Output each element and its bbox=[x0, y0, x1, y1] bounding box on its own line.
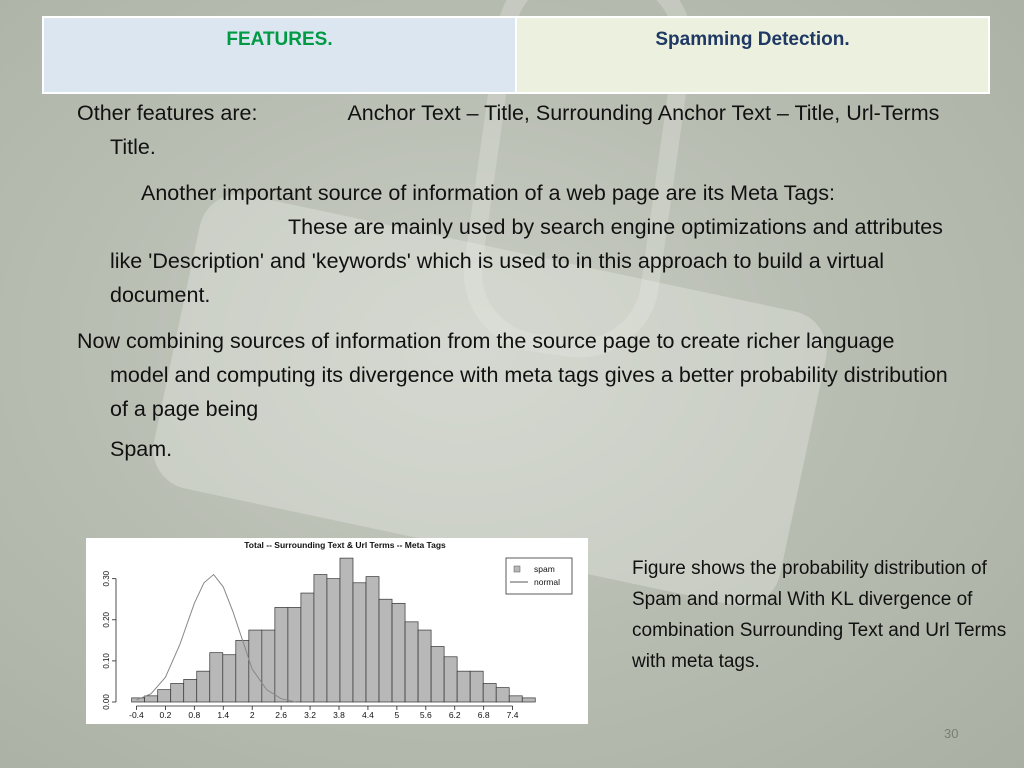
y-tick-label: 0.10 bbox=[102, 653, 111, 669]
header-table: FEATURES. Spamming Detection. bbox=[42, 16, 990, 94]
combining-text: Now combining sources of information fro… bbox=[77, 329, 948, 421]
spam-bar bbox=[521, 697, 536, 703]
meta-tags-intro: Another important source of information … bbox=[141, 181, 835, 205]
slide-body: Other features are: Anchor Text – Title, … bbox=[77, 96, 957, 466]
spam-bar bbox=[417, 629, 432, 703]
chart-title: Total -- Surrounding Text & Url Terms --… bbox=[244, 540, 446, 550]
x-tick-label: 7.4 bbox=[507, 710, 519, 720]
x-tick-label: 5.6 bbox=[420, 710, 432, 720]
y-tick-label: 0.20 bbox=[102, 611, 111, 627]
spam-bar bbox=[365, 576, 380, 703]
x-tick-label: 2 bbox=[250, 710, 255, 720]
histogram-chart: Total -- Surrounding Text & Url Terms --… bbox=[102, 540, 573, 720]
x-tick-label: 4.4 bbox=[362, 710, 374, 720]
spam-bar bbox=[469, 670, 484, 703]
spam-bar bbox=[300, 592, 315, 703]
spam-bar bbox=[508, 695, 523, 703]
x-tick-label: 1.4 bbox=[217, 710, 229, 720]
spam-bar bbox=[235, 639, 250, 703]
spam-bar bbox=[443, 656, 458, 703]
spam-bar bbox=[144, 695, 159, 703]
x-tick-label: -0.4 bbox=[129, 710, 144, 720]
meta-tags-detail: These are mainly used by search engine o… bbox=[110, 215, 943, 307]
page-number: 30 bbox=[944, 726, 959, 741]
spam-bar bbox=[482, 683, 497, 703]
spam-bar bbox=[495, 687, 510, 703]
spam-bar bbox=[378, 598, 393, 703]
paragraph-combining: Now combining sources of information fro… bbox=[77, 324, 957, 426]
spam-bar bbox=[391, 602, 406, 703]
spam-bar bbox=[157, 689, 172, 703]
spam-word: Spam. bbox=[110, 437, 173, 461]
topic-header: Spamming Detection. bbox=[517, 18, 988, 92]
y-tick-label: 0.30 bbox=[102, 570, 111, 586]
spam-bar bbox=[209, 652, 224, 703]
legend-spam-swatch bbox=[513, 565, 521, 573]
spam-bar bbox=[326, 578, 341, 703]
x-tick-label: 0.2 bbox=[159, 710, 171, 720]
spam-bar bbox=[222, 654, 237, 703]
spam-bar bbox=[131, 697, 146, 703]
features-header: FEATURES. bbox=[44, 18, 517, 92]
paragraph-spam: Spam. bbox=[77, 432, 957, 466]
spam-bar bbox=[287, 607, 302, 703]
spam-bar bbox=[404, 621, 419, 703]
x-tick-label: 5 bbox=[394, 710, 399, 720]
x-tick-label: 6.2 bbox=[449, 710, 461, 720]
legend-spam-label: spam bbox=[534, 564, 555, 574]
y-tick-label: 0.00 bbox=[102, 694, 111, 710]
spam-bar bbox=[430, 646, 445, 703]
spam-bar bbox=[339, 557, 354, 703]
x-tick-label: 6.8 bbox=[478, 710, 490, 720]
spam-bar bbox=[170, 683, 185, 703]
paragraph-other-features: Other features are: Anchor Text – Title, … bbox=[77, 96, 957, 164]
spam-bar bbox=[313, 574, 328, 703]
other-features-lead: Other features are: bbox=[77, 101, 258, 125]
spam-bar bbox=[274, 607, 289, 703]
spam-bar bbox=[352, 582, 367, 703]
figure-caption: Figure shows the probability distributio… bbox=[632, 558, 1007, 672]
spam-bar bbox=[456, 670, 471, 703]
spam-bar bbox=[196, 670, 211, 703]
x-tick-label: 2.6 bbox=[275, 710, 287, 720]
x-tick-label: 3.8 bbox=[333, 710, 345, 720]
paragraph-meta-tags: Another important source of information … bbox=[77, 176, 957, 312]
x-tick-label: 0.8 bbox=[188, 710, 200, 720]
histogram-figure: Total -- Surrounding Text & Url Terms --… bbox=[86, 538, 588, 724]
legend-normal-label: normal bbox=[534, 577, 560, 587]
x-tick-label: 3.2 bbox=[304, 710, 316, 720]
spam-bar bbox=[183, 679, 198, 703]
